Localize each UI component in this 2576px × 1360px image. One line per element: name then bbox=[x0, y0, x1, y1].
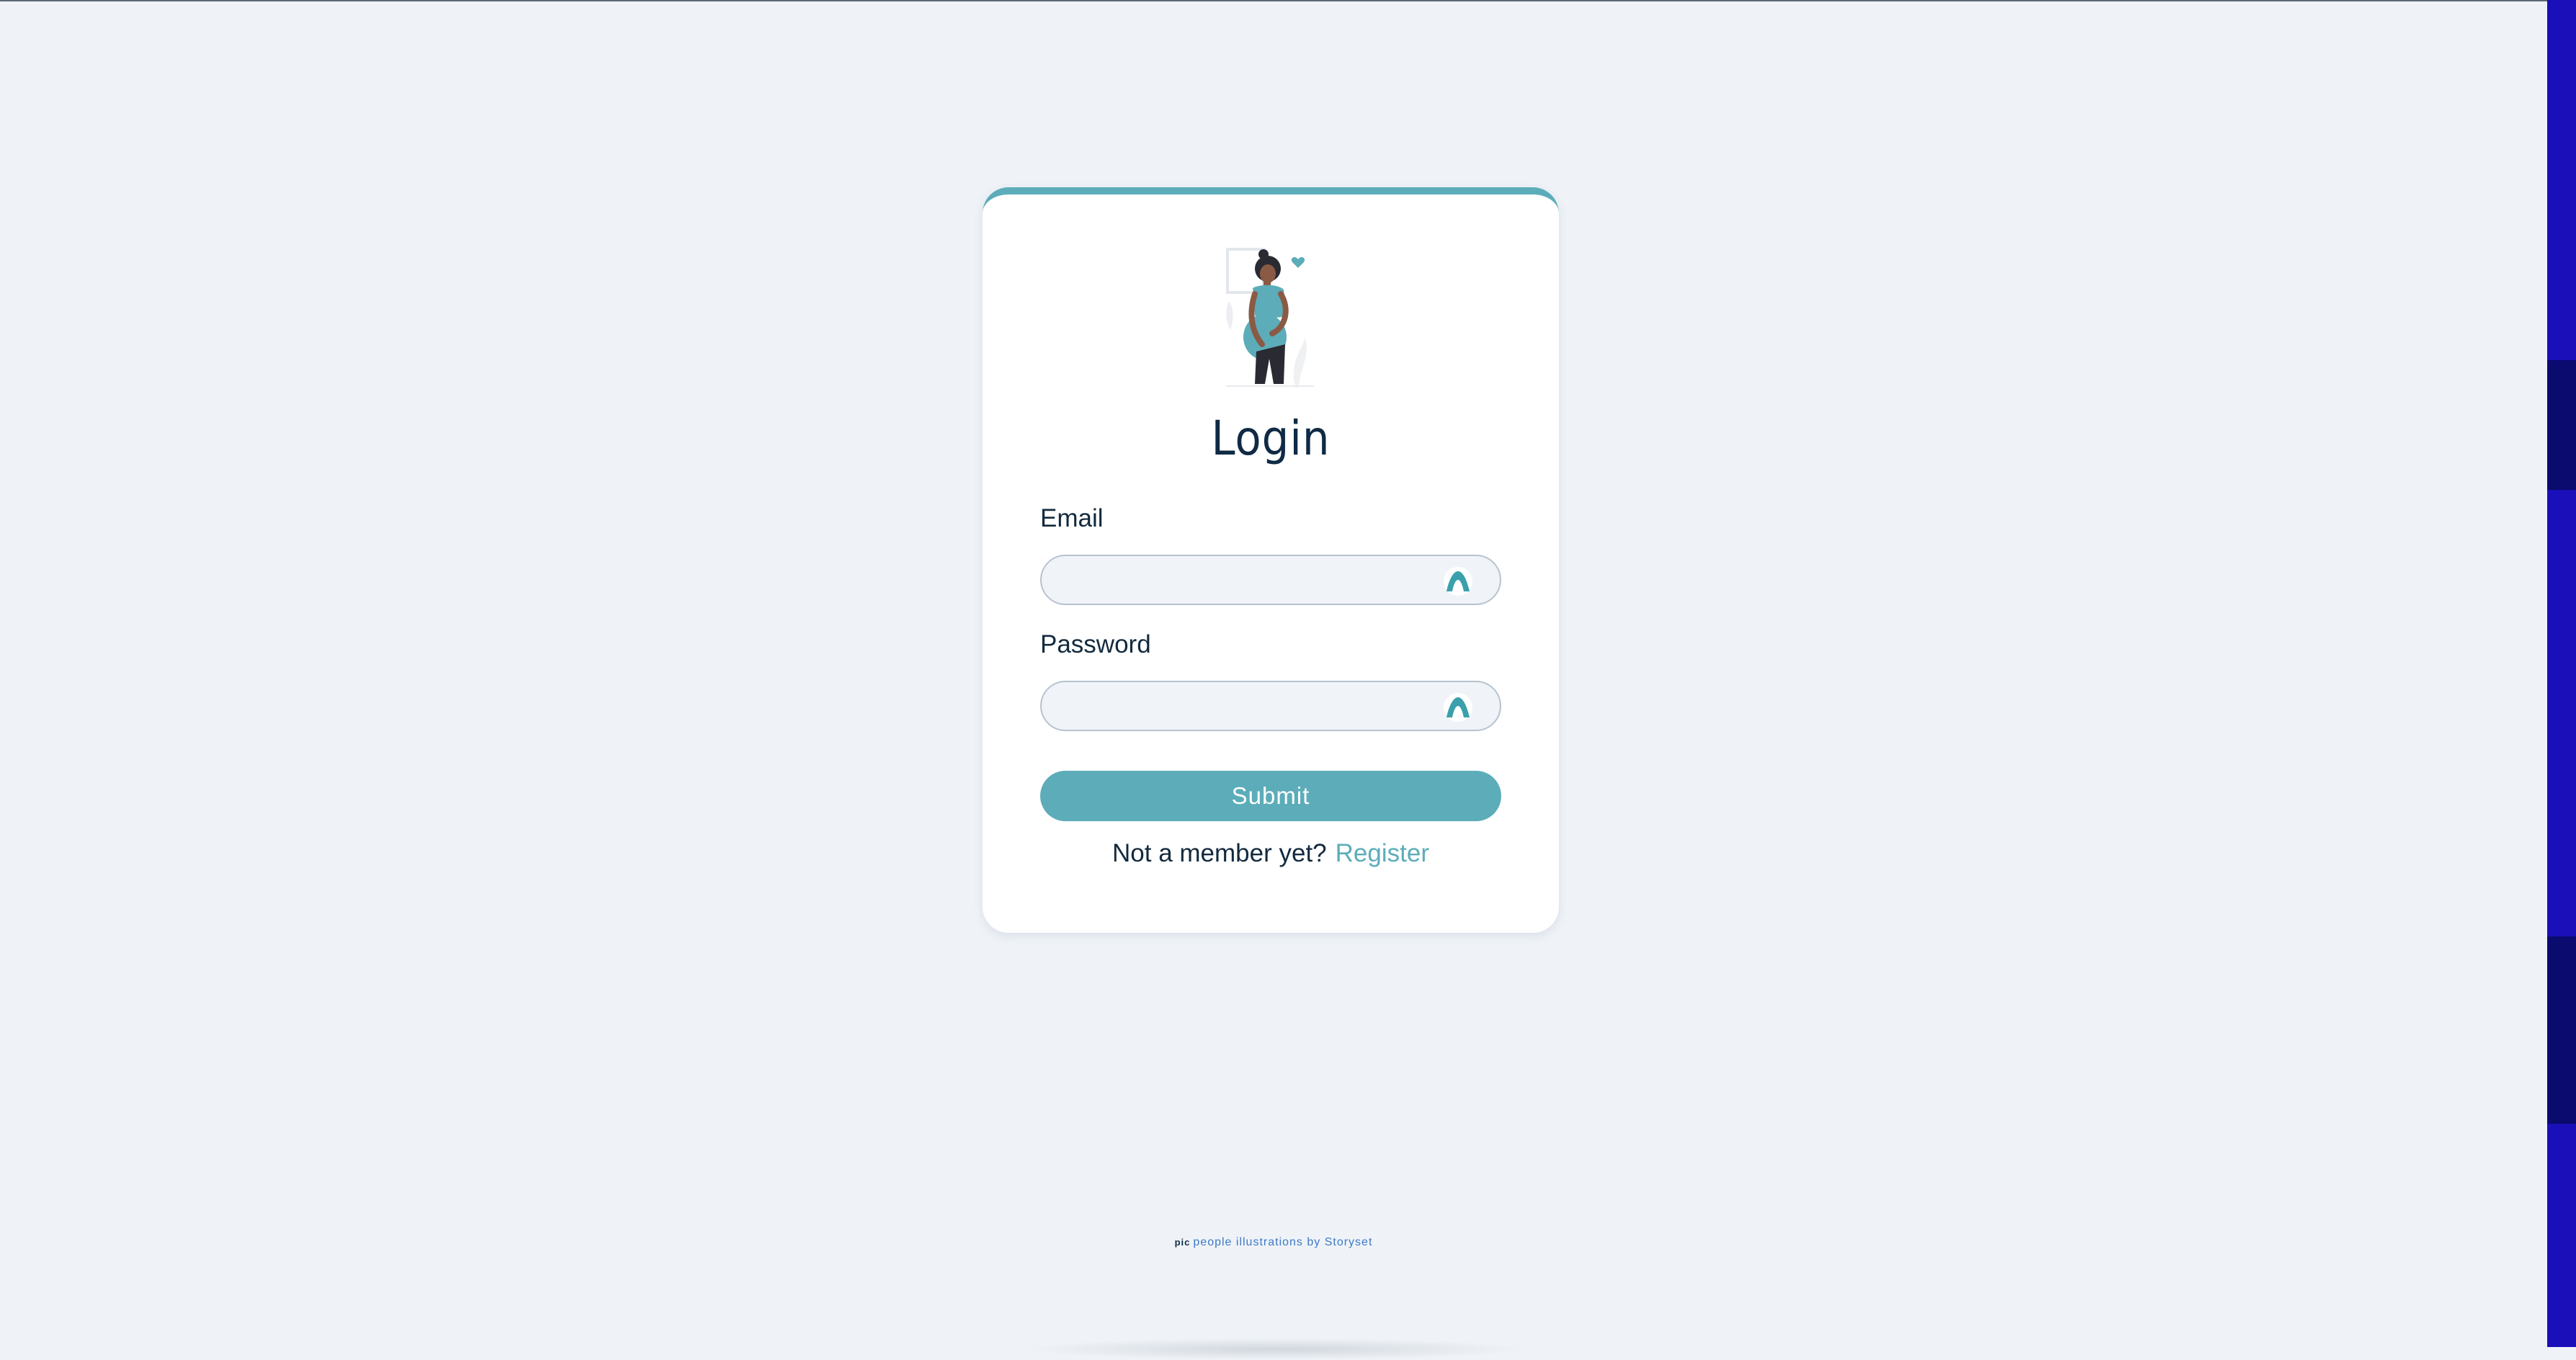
decorative-shadow bbox=[1023, 1338, 1527, 1360]
register-prompt-row: Not a member yet? Register bbox=[983, 839, 1559, 868]
page-title: Login bbox=[1211, 411, 1331, 466]
login-card: Login Email Password Submit Not a member… bbox=[983, 187, 1559, 933]
register-prompt-text: Not a member yet? bbox=[1112, 839, 1327, 867]
credit-pic-label: pic bbox=[1174, 1237, 1191, 1248]
browser-top-border bbox=[0, 0, 2547, 1]
email-input[interactable] bbox=[1063, 565, 1441, 596]
email-label: Email bbox=[1040, 504, 1104, 532]
pregnant-woman-illustration bbox=[1226, 248, 1314, 388]
autofill-key-icon[interactable] bbox=[1444, 693, 1472, 722]
submit-button[interactable]: Submit bbox=[1040, 771, 1501, 821]
email-field[interactable] bbox=[1040, 555, 1501, 605]
register-link[interactable]: Register bbox=[1336, 839, 1429, 867]
password-input[interactable] bbox=[1063, 691, 1441, 722]
password-field[interactable] bbox=[1040, 681, 1501, 731]
credit-link[interactable]: people illustrations by Storyset bbox=[1193, 1236, 1372, 1248]
illustration-credit: pic people illustrations by Storyset bbox=[0, 1236, 2547, 1249]
autofill-key-icon[interactable] bbox=[1444, 567, 1472, 596]
password-label: Password bbox=[1040, 630, 1151, 658]
desktop-background-edge bbox=[2547, 0, 2576, 1347]
